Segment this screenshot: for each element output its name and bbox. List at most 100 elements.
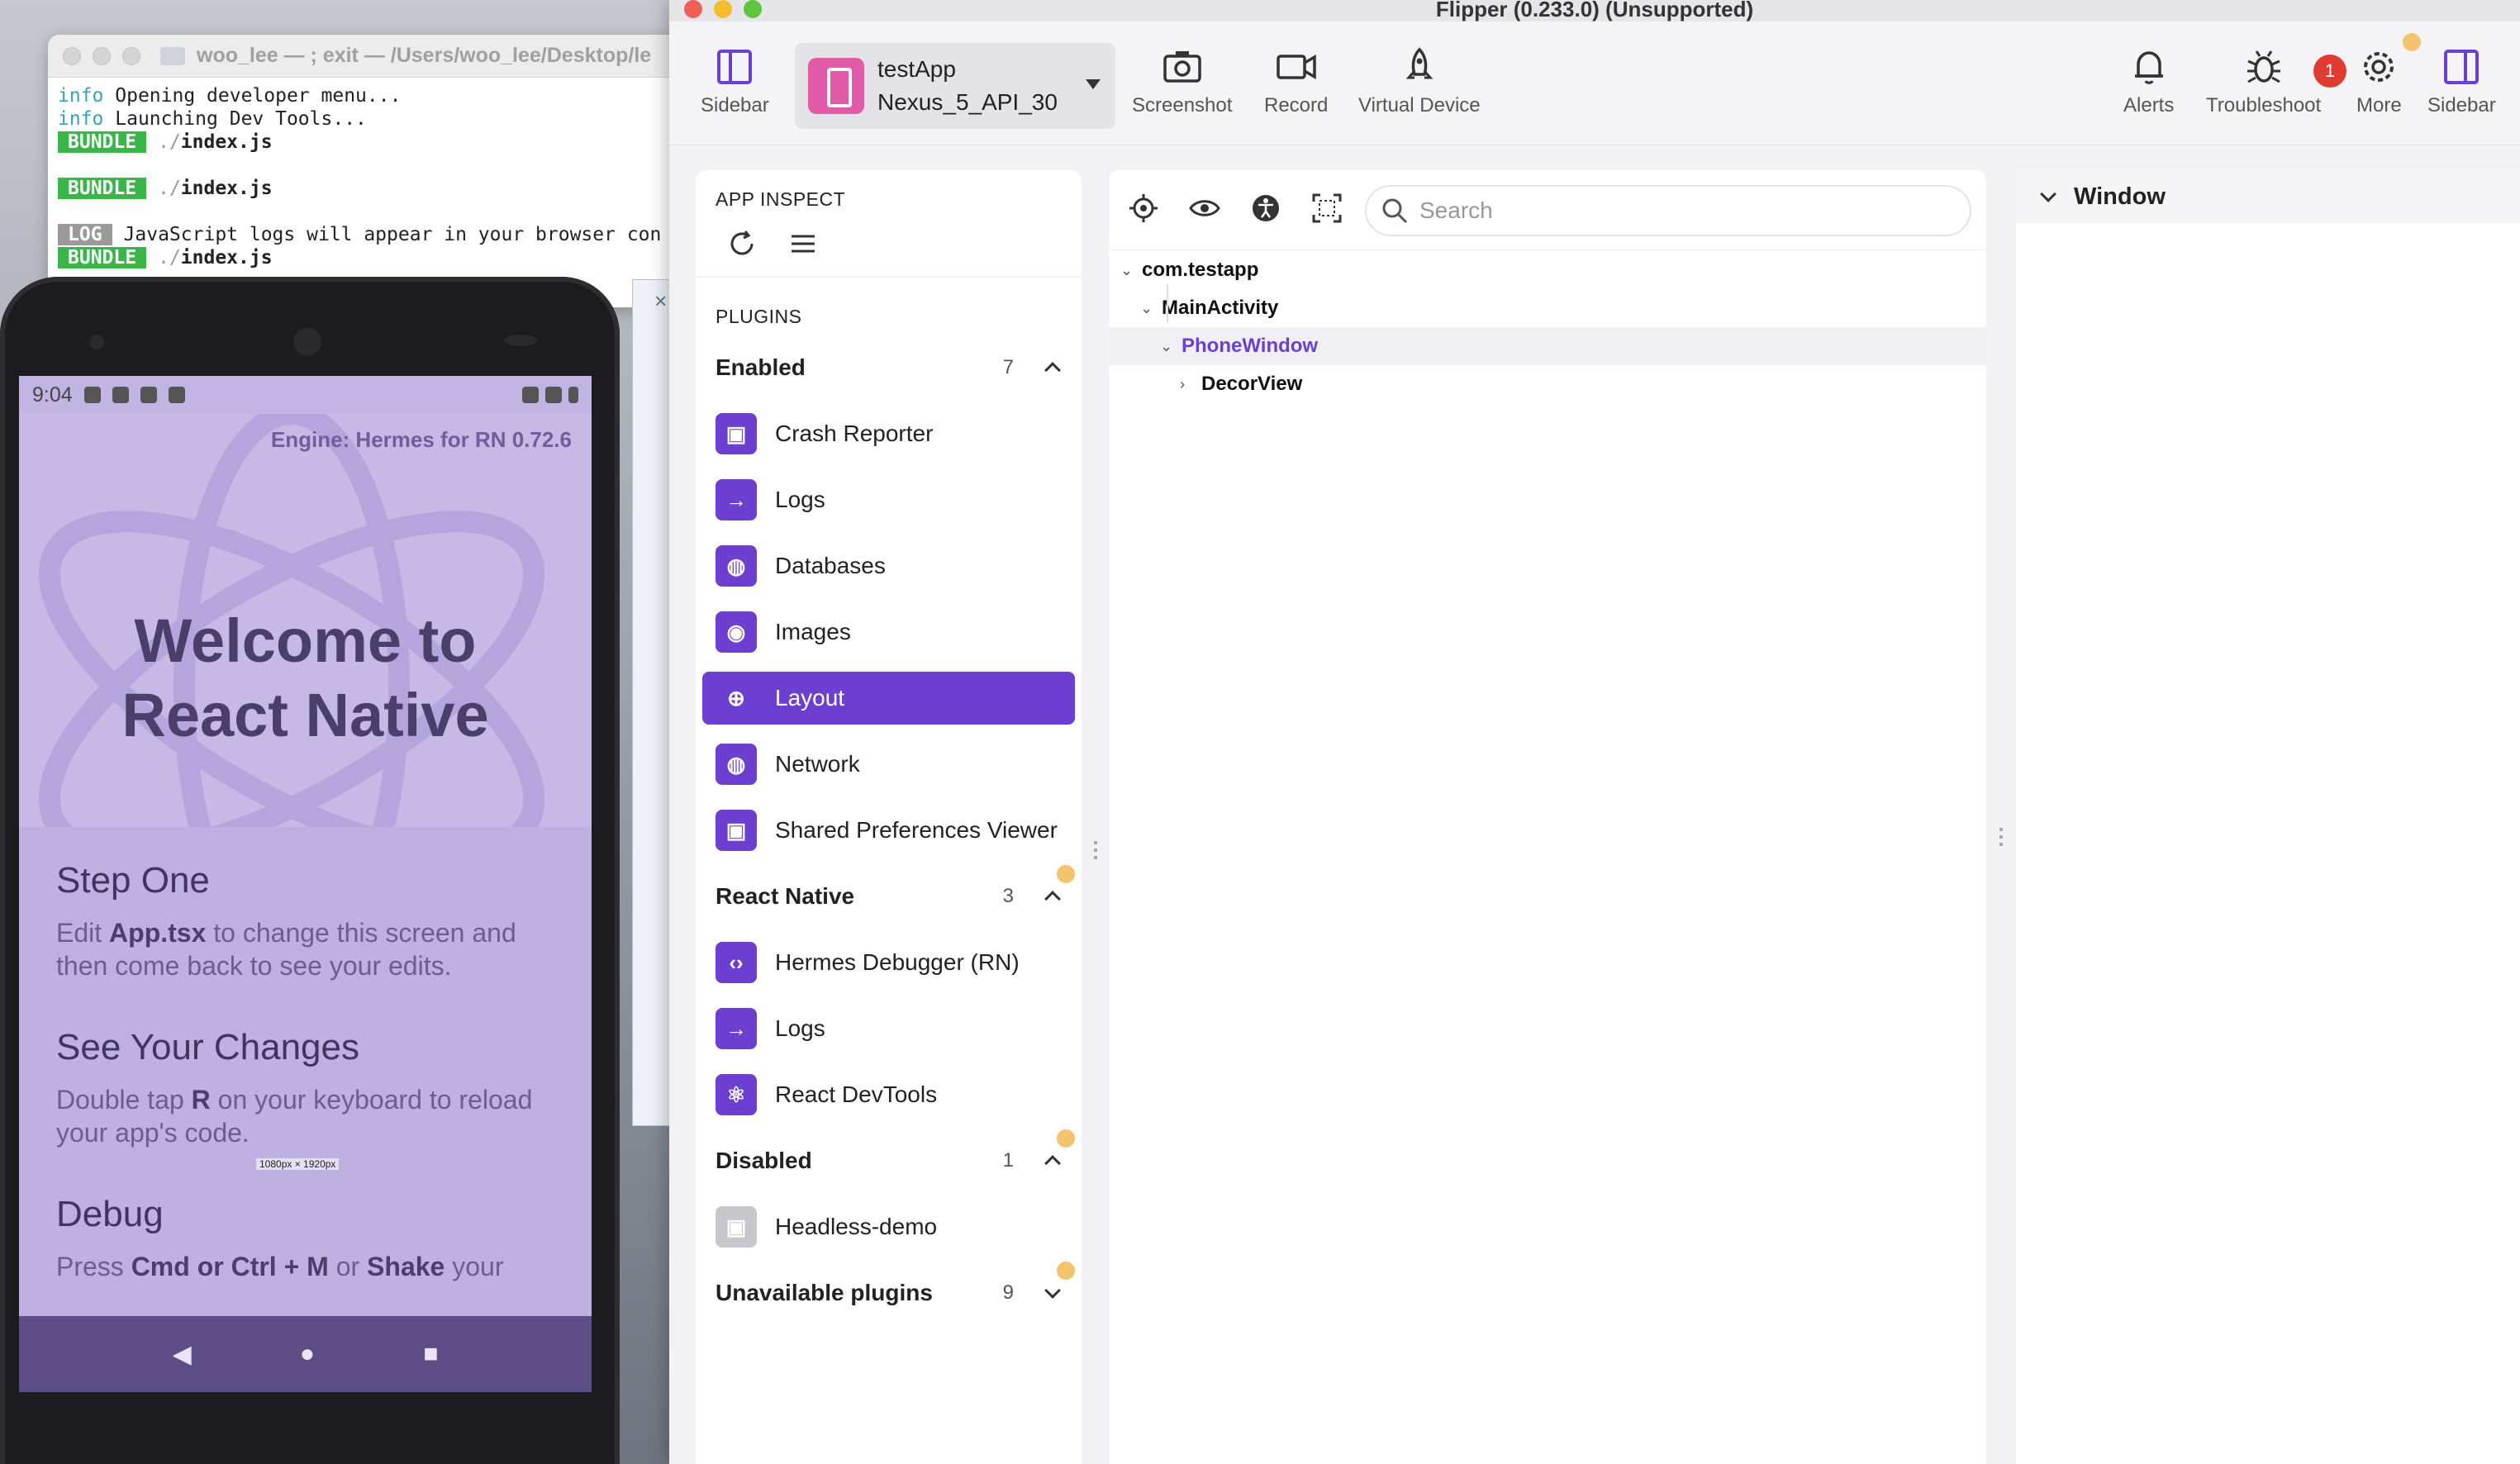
device-selector[interactable]: testApp Nexus_5_API_30 (795, 43, 1115, 129)
status-dot (1057, 1129, 1075, 1148)
close-light[interactable] (63, 46, 81, 65)
plugins-heading: PLUGINS (716, 306, 802, 327)
resize-handle[interactable] (1094, 841, 1097, 863)
group-enabled[interactable]: Enabled 7 (696, 335, 1082, 401)
section-title: Step One (56, 860, 210, 901)
box-icon: ▣ (716, 810, 757, 851)
log-text: Opening developer menu... (115, 85, 402, 107)
terminal-line: info Opening developer menu... (58, 84, 699, 107)
flipper-titlebar[interactable]: Flipper (0.233.0) (Unsupported) (669, 0, 2520, 21)
refresh-icon[interactable] (727, 229, 757, 259)
plugin-hermes-debugger[interactable]: ‹› Hermes Debugger (RN) (696, 929, 1082, 996)
phone-screen[interactable]: 9:04 Engine: Hermes for RN 0.72.6 Welcom… (19, 376, 592, 1392)
welcome-line: React Native (121, 681, 489, 749)
close-light[interactable] (684, 0, 702, 18)
tree-node[interactable]: ⌄ com.testapp (1109, 251, 1986, 289)
terminal-titlebar[interactable]: woo_lee — ; exit — /Users/woo_lee/Deskto… (48, 35, 709, 78)
plugin-headless-demo[interactable]: ▣ Headless-demo (696, 1194, 1082, 1260)
home-icon[interactable]: ● (300, 1340, 315, 1368)
tree-node[interactable]: ⌄ MainActivity (1109, 289, 1986, 327)
sidebar-right-button[interactable]: Sidebar (2427, 46, 2496, 117)
group-react-native[interactable]: React Native 3 (696, 863, 1082, 929)
terminal-window[interactable]: woo_lee — ; exit — /Users/woo_lee/Deskto… (48, 35, 709, 307)
group-label: Enabled (716, 354, 806, 380)
sidebar-icon (2444, 50, 2480, 84)
plugin-layout[interactable]: ⊕ Layout (702, 672, 1075, 725)
group-count: 9 (1002, 1281, 1014, 1304)
group-count: 3 (1002, 885, 1014, 907)
terminal-title: woo_lee — ; exit — /Users/woo_lee/Deskto… (197, 44, 652, 67)
plugin-react-devtools[interactable]: ⚛ React DevTools (696, 1062, 1082, 1128)
content-sections: Step One Edit App.tsx to change this scr… (19, 827, 592, 1356)
chevron-down-icon[interactable]: ⌄ (1160, 338, 1175, 355)
group-label: React Native (716, 883, 855, 909)
sidebar-left-button[interactable]: Sidebar (701, 46, 769, 117)
toolbar-label: Record (1264, 94, 1329, 116)
resize-handle[interactable] (1999, 828, 2003, 849)
bundle-tag: BUNDLE (58, 178, 147, 199)
welcome-title: Welcome to React Native (19, 604, 592, 753)
chevron-right-icon[interactable]: › (1180, 376, 1195, 393)
flipper-window[interactable]: Flipper (0.233.0) (Unsupported) Sidebar … (669, 0, 2520, 1464)
shield-icon (140, 387, 157, 403)
globe-icon: ◍ (716, 744, 757, 785)
plugin-images[interactable]: ◉ Images (696, 599, 1082, 665)
log-text: JavaScript logs will appear in your brow… (123, 224, 662, 245)
plugin-rn-logs[interactable]: → Logs (696, 996, 1082, 1062)
zoom-light[interactable] (744, 0, 762, 18)
box-icon: ▣ (716, 1206, 757, 1248)
more-button[interactable]: More (2356, 46, 2402, 117)
plugin-logs[interactable]: → Logs (696, 467, 1082, 533)
minimize-light[interactable] (714, 0, 732, 18)
target-icon[interactable] (1127, 192, 1160, 225)
log-tag: LOG (58, 224, 112, 245)
battery-icon (568, 387, 578, 403)
status-bar: 9:04 (19, 376, 592, 414)
android-emulator[interactable]: 9:04 Engine: Hermes for RN 0.72.6 Welcom… (0, 277, 620, 1464)
chevron-down-icon[interactable]: ⌄ (1140, 300, 1155, 317)
sensor-icon (89, 335, 104, 349)
window-section-header[interactable]: Window (2016, 170, 2520, 223)
recents-icon[interactable]: ■ (423, 1340, 438, 1368)
globe-icon: ◍ (716, 545, 757, 587)
screenshot-button[interactable]: Screenshot (1132, 46, 1232, 117)
minimize-light[interactable] (93, 46, 111, 65)
sdcard-icon (168, 387, 185, 403)
terminal-line: BUNDLE ./index.js (58, 131, 699, 154)
chevron-up-icon (1044, 891, 1061, 907)
signal-icon (545, 387, 562, 403)
section-desc: Press Cmd or Ctrl + M or Shake your (56, 1252, 504, 1281)
camera-icon (293, 328, 321, 356)
accessibility-icon[interactable] (1249, 192, 1282, 225)
log-tag: info (58, 85, 104, 107)
back-icon[interactable]: ◀ (173, 1340, 192, 1369)
gear-icon (2364, 52, 2394, 82)
alerts-button[interactable]: Alerts (2123, 46, 2174, 117)
plugin-network[interactable]: ◍ Network (696, 731, 1082, 797)
plugin-shared-preferences[interactable]: ▣ Shared Preferences Viewer (696, 797, 1082, 863)
bounds-icon[interactable] (1310, 192, 1343, 225)
record-button[interactable]: Record (1264, 46, 1328, 117)
group-unavailable[interactable]: Unavailable plugins 9 (696, 1260, 1082, 1326)
toolbar-label: Alerts (2123, 94, 2175, 116)
plugin-databases[interactable]: ◍ Databases (696, 533, 1082, 599)
path-prefix: ./ (158, 131, 181, 153)
tree-node[interactable]: › DecorView (1109, 365, 1986, 403)
terminal-line: info Launching Dev Tools... (58, 107, 699, 131)
chevron-up-icon (1044, 1155, 1061, 1172)
chevron-down-icon[interactable]: ⌄ (1120, 262, 1135, 279)
zoom-light[interactable] (122, 46, 140, 65)
tree-node-selected[interactable]: ⌄ PhoneWindow (1109, 327, 1986, 365)
plugin-crash-reporter[interactable]: ▣ Crash Reporter (696, 401, 1082, 467)
device-name: Nexus_5_API_30 (877, 89, 1058, 115)
eye-icon[interactable] (1188, 192, 1221, 225)
menu-icon[interactable] (788, 229, 818, 259)
camera-icon (1163, 51, 1201, 83)
search-input[interactable]: Search (1365, 185, 1971, 236)
tree-guide-line (1167, 284, 1168, 322)
group-disabled[interactable]: Disabled 1 (696, 1128, 1082, 1194)
app-inspect-heading: APP INSPECT (716, 188, 846, 210)
virtual-device-button[interactable]: Virtual Device (1358, 46, 1481, 117)
close-icon[interactable]: × (654, 288, 667, 314)
troubleshoot-button[interactable]: Troubleshoot (2206, 46, 2321, 117)
